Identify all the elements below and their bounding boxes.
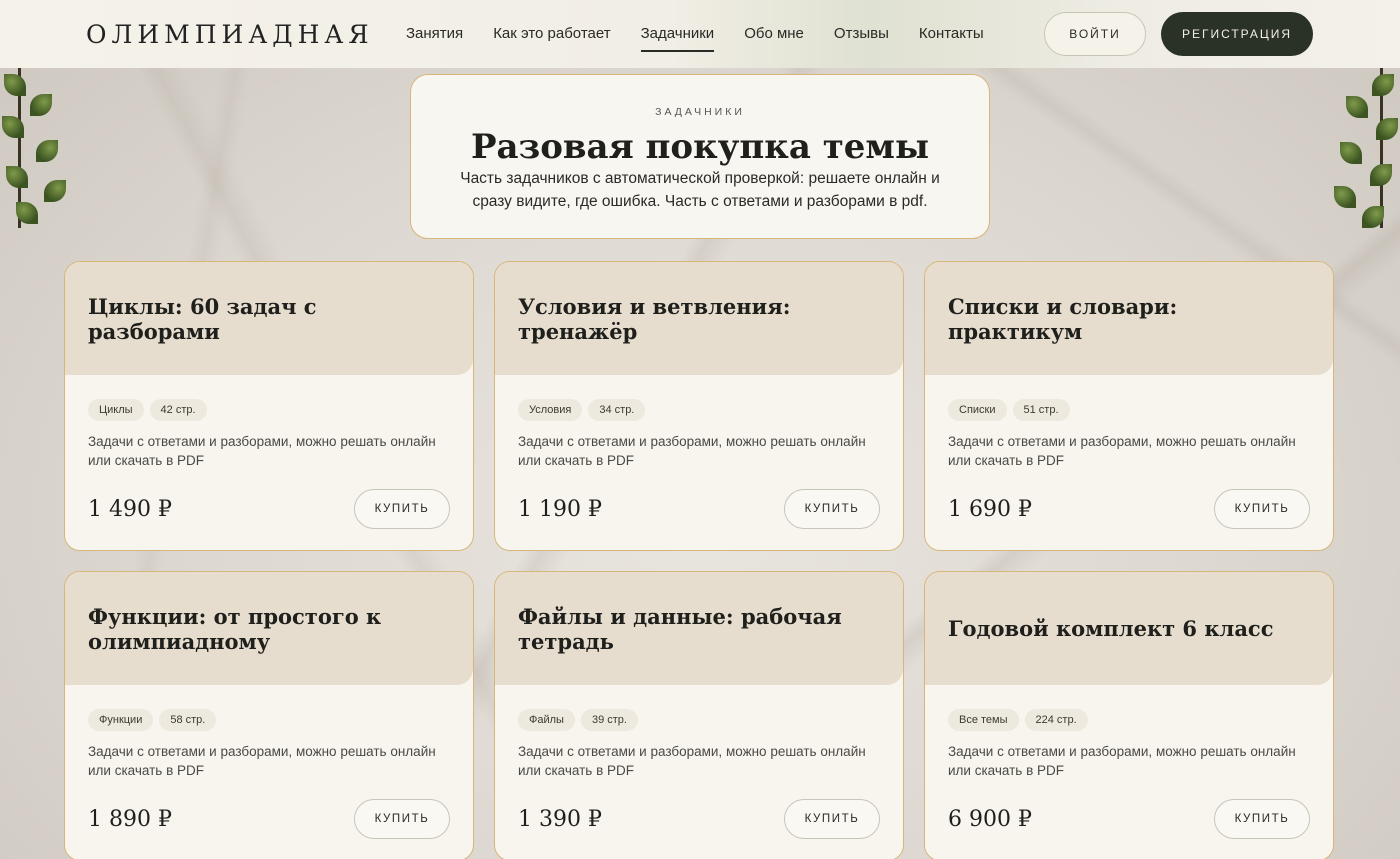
product-card: Файлы и данные: рабочая тетрадь Файлы 39… bbox=[494, 571, 904, 859]
card-price: 1 390 ₽ bbox=[518, 806, 602, 832]
nav-item-problem-books[interactable]: Задачники bbox=[640, 25, 714, 52]
card-title: Циклы: 60 задач с разборами bbox=[88, 293, 317, 344]
pages-tag: 51 стр. bbox=[1012, 399, 1070, 421]
buy-button[interactable]: КУПИТЬ bbox=[354, 799, 450, 839]
topic-tag: Условия bbox=[518, 399, 583, 421]
buy-button[interactable]: КУПИТЬ bbox=[1214, 799, 1310, 839]
card-price: 6 900 ₽ bbox=[948, 806, 1032, 832]
pages-tag: 58 стр. bbox=[159, 709, 217, 731]
card-price: 1 890 ₽ bbox=[88, 806, 172, 832]
page-title: Разовая покупка темы bbox=[470, 127, 930, 167]
card-description: Задачи с ответами и разборами, можно реш… bbox=[948, 744, 1296, 778]
card-description: Задачи с ответами и разборами, можно реш… bbox=[518, 434, 866, 468]
main-nav: Занятия Как это работает Задачники Обо м… bbox=[406, 0, 1014, 68]
nav-item-about[interactable]: Обо мне bbox=[744, 25, 804, 44]
card-header: Функции: от простого к олимпиадному bbox=[65, 572, 473, 685]
pages-tag: 224 стр. bbox=[1024, 709, 1088, 731]
product-card: Годовой комплект 6 класс Все темы 224 ст… bbox=[924, 571, 1334, 859]
card-tags: Все темы 224 стр. bbox=[948, 709, 1333, 731]
card-footer: 1 890 ₽ КУПИТЬ bbox=[88, 799, 450, 839]
hero-eyebrow: ЗАДАЧНИКИ bbox=[655, 106, 745, 118]
card-tags: Циклы 42 стр. bbox=[88, 399, 473, 421]
pages-tag: 42 стр. bbox=[149, 399, 207, 421]
card-tags: Функции 58 стр. bbox=[88, 709, 473, 731]
topic-tag: Файлы bbox=[518, 709, 575, 731]
card-header: Условия и ветвления: тренажёр bbox=[495, 262, 903, 375]
nav-item-lessons[interactable]: Занятия bbox=[406, 25, 463, 44]
product-card: Циклы: 60 задач с разборами Циклы 42 стр… bbox=[64, 261, 474, 551]
card-price: 1 690 ₽ bbox=[948, 496, 1032, 522]
card-title: Условия и ветвления: тренажёр bbox=[518, 293, 791, 344]
card-description: Задачи с ответами и разборами, можно реш… bbox=[88, 744, 436, 778]
product-card: Функции: от простого к олимпиадному Функ… bbox=[64, 571, 474, 859]
card-header: Циклы: 60 задач с разборами bbox=[65, 262, 473, 375]
card-price: 1 490 ₽ bbox=[88, 496, 172, 522]
topic-tag: Списки bbox=[948, 399, 1007, 421]
register-button[interactable]: РЕГИСТРАЦИЯ bbox=[1161, 12, 1313, 56]
site-header: ОЛИМПИАДНАЯ Занятия Как это работает Зад… bbox=[0, 0, 1400, 68]
pages-tag: 34 стр. bbox=[588, 399, 646, 421]
card-description: Задачи с ответами и разборами, можно реш… bbox=[518, 744, 866, 778]
card-header: Годовой комплект 6 класс bbox=[925, 572, 1333, 685]
card-footer: 1 190 ₽ КУПИТЬ bbox=[518, 489, 880, 529]
ivy-decoration-left bbox=[0, 68, 78, 228]
card-title: Списки и словари: практикум bbox=[948, 293, 1178, 344]
nav-item-contacts[interactable]: Контакты bbox=[919, 25, 984, 44]
product-card: Условия и ветвления: тренажёр Условия 34… bbox=[494, 261, 904, 551]
site-logo[interactable]: ОЛИМПИАДНАЯ bbox=[86, 20, 374, 49]
hero-card: ЗАДАЧНИКИ Разовая покупка темы Часть зад… bbox=[410, 74, 990, 239]
card-footer: 1 490 ₽ КУПИТЬ bbox=[88, 489, 450, 529]
card-title: Годовой комплект 6 класс bbox=[948, 616, 1274, 641]
card-tags: Условия 34 стр. bbox=[518, 399, 903, 421]
login-button[interactable]: ВОЙТИ bbox=[1044, 12, 1146, 56]
card-footer: 6 900 ₽ КУПИТЬ bbox=[948, 799, 1310, 839]
card-header: Списки и словари: практикум bbox=[925, 262, 1333, 375]
card-tags: Файлы 39 стр. bbox=[518, 709, 903, 731]
card-tags: Списки 51 стр. bbox=[948, 399, 1333, 421]
card-description: Задачи с ответами и разборами, можно реш… bbox=[948, 434, 1296, 468]
topic-tag: Все темы bbox=[948, 709, 1019, 731]
hero-description: Часть задачников с автоматической провер… bbox=[460, 170, 940, 210]
product-card: Списки и словари: практикум Списки 51 ст… bbox=[924, 261, 1334, 551]
buy-button[interactable]: КУПИТЬ bbox=[354, 489, 450, 529]
nav-item-reviews[interactable]: Отзывы bbox=[834, 25, 889, 44]
card-title: Функции: от простого к олимпиадному bbox=[88, 603, 382, 654]
nav-item-how-it-works[interactable]: Как это работает bbox=[493, 25, 610, 44]
topic-tag: Циклы bbox=[88, 399, 144, 421]
card-title: Файлы и данные: рабочая тетрадь bbox=[518, 603, 842, 654]
card-header: Файлы и данные: рабочая тетрадь bbox=[495, 572, 903, 685]
ivy-decoration-right bbox=[1322, 68, 1400, 228]
card-description: Задачи с ответами и разборами, можно реш… bbox=[88, 434, 436, 468]
pages-tag: 39 стр. bbox=[580, 709, 638, 731]
card-footer: 1 690 ₽ КУПИТЬ bbox=[948, 489, 1310, 529]
card-footer: 1 390 ₽ КУПИТЬ bbox=[518, 799, 880, 839]
buy-button[interactable]: КУПИТЬ bbox=[784, 799, 880, 839]
buy-button[interactable]: КУПИТЬ bbox=[1214, 489, 1310, 529]
card-price: 1 190 ₽ bbox=[518, 496, 602, 522]
topic-tag: Функции bbox=[88, 709, 154, 731]
buy-button[interactable]: КУПИТЬ bbox=[784, 489, 880, 529]
